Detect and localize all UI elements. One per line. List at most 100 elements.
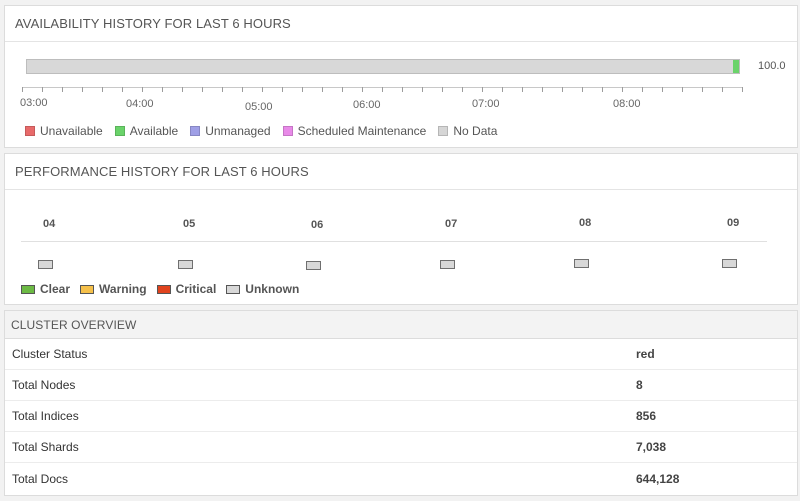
axis-tick bbox=[262, 87, 263, 92]
performance-history-title: PERFORMANCE HISTORY FOR LAST 6 HOURS bbox=[5, 154, 797, 190]
axis-tick bbox=[542, 87, 543, 92]
axis-tick bbox=[62, 87, 63, 92]
axis-tick bbox=[622, 87, 623, 92]
time-label-0500: 05:00 bbox=[245, 101, 273, 113]
legend-unknown: Unknown bbox=[226, 282, 299, 296]
axis-tick bbox=[222, 87, 223, 92]
total-docs-label: Total Docs bbox=[12, 471, 69, 486]
legend-no-data-label: No Data bbox=[453, 124, 498, 138]
availability-bar[interactable] bbox=[26, 59, 740, 74]
table-row: Total Shards 7,038 bbox=[5, 432, 797, 463]
perf-status-04-unknown[interactable] bbox=[38, 260, 53, 269]
performance-baseline bbox=[21, 241, 767, 242]
axis-tick bbox=[482, 87, 483, 92]
axis-tick bbox=[22, 87, 23, 92]
legend-unmanaged: Unmanaged bbox=[190, 124, 271, 138]
total-nodes-value: 8 bbox=[636, 378, 643, 392]
legend-unavailable: Unavailable bbox=[25, 124, 103, 138]
axis-tick bbox=[502, 87, 503, 92]
performance-history-panel: PERFORMANCE HISTORY FOR LAST 6 HOURS 04 … bbox=[4, 153, 798, 305]
axis-tick bbox=[82, 87, 83, 92]
perf-hour-07: 07 bbox=[445, 218, 458, 230]
warning-swatch-icon bbox=[80, 284, 95, 294]
legend-unknown-label: Unknown bbox=[245, 282, 300, 296]
time-label-0300: 03:00 bbox=[20, 97, 48, 109]
axis-tick bbox=[362, 87, 363, 92]
axis-tick bbox=[582, 87, 583, 92]
perf-hour-05: 05 bbox=[183, 218, 196, 230]
axis-tick bbox=[702, 87, 703, 92]
unavailable-swatch-icon bbox=[25, 126, 35, 136]
table-row: Total Indices 856 bbox=[5, 401, 797, 432]
availability-percent-label: 100.0 bbox=[758, 60, 786, 72]
legend-scheduled-maintenance: Scheduled Maintenance bbox=[282, 124, 427, 138]
legend-no-data: No Data bbox=[438, 124, 497, 138]
time-label-0800: 08:00 bbox=[613, 98, 641, 110]
axis-tick bbox=[422, 87, 423, 92]
axis-tick bbox=[682, 87, 683, 92]
axis-tick bbox=[382, 87, 383, 92]
time-label-0700: 07:00 bbox=[472, 98, 500, 110]
legend-clear-label: Clear bbox=[40, 282, 71, 296]
perf-status-09-unknown[interactable] bbox=[722, 259, 737, 268]
unmanaged-swatch-icon bbox=[190, 126, 201, 136]
cluster-status-value: red bbox=[636, 347, 655, 361]
time-label-0400: 04:00 bbox=[126, 98, 154, 110]
axis-tick bbox=[162, 87, 163, 92]
legend-warning-label: Warning bbox=[99, 282, 147, 296]
legend-unavailable-label: Unavailable bbox=[40, 124, 103, 138]
cluster-status-label: Cluster Status bbox=[12, 347, 88, 361]
axis-tick bbox=[662, 87, 663, 92]
time-label-0600: 06:00 bbox=[353, 99, 381, 111]
availability-history-panel: AVAILABILITY HISTORY FOR LAST 6 HOURS 10… bbox=[4, 5, 798, 148]
axis-tick bbox=[602, 87, 603, 92]
availability-legend: Unavailable Available Unmanaged Schedule… bbox=[25, 124, 509, 138]
perf-hour-09: 09 bbox=[727, 217, 740, 229]
legend-available-label: Available bbox=[129, 124, 179, 138]
axis-tick bbox=[722, 87, 723, 92]
available-swatch-icon bbox=[114, 126, 125, 136]
no-data-swatch-icon bbox=[438, 126, 449, 136]
table-row: Cluster Status red bbox=[5, 339, 797, 370]
cluster-overview-panel: CLUSTER OVERVIEW Cluster Status red Tota… bbox=[4, 310, 798, 496]
axis-tick bbox=[522, 87, 523, 92]
total-indices-label: Total Indices bbox=[12, 409, 79, 423]
legend-warning: Warning bbox=[80, 282, 147, 296]
axis-tick bbox=[402, 87, 403, 92]
scheduled-maintenance-swatch-icon bbox=[282, 126, 293, 136]
axis-tick bbox=[122, 87, 123, 92]
legend-critical-label: Critical bbox=[175, 282, 217, 296]
perf-hour-08: 08 bbox=[579, 217, 592, 229]
perf-status-05-unknown[interactable] bbox=[178, 260, 193, 269]
axis-tick bbox=[102, 87, 103, 92]
availability-bar-available-segment[interactable] bbox=[733, 60, 739, 73]
performance-legend: Clear Warning Critical Unknown bbox=[21, 282, 309, 296]
total-shards-value: 7,038 bbox=[636, 440, 667, 454]
table-row: Total Nodes 8 bbox=[5, 370, 797, 401]
axis-tick bbox=[462, 87, 463, 92]
legend-scheduled-maintenance-label: Scheduled Maintenance bbox=[297, 124, 427, 138]
perf-status-06-unknown[interactable] bbox=[306, 261, 321, 270]
axis-tick bbox=[242, 87, 243, 92]
perf-status-07-unknown[interactable] bbox=[440, 260, 455, 269]
axis-tick bbox=[322, 87, 323, 92]
axis-tick bbox=[282, 87, 283, 92]
total-docs-value: 644,128 bbox=[636, 471, 680, 486]
axis-tick bbox=[42, 87, 43, 92]
total-indices-value: 856 bbox=[636, 409, 657, 423]
total-nodes-label: Total Nodes bbox=[12, 378, 76, 392]
legend-unmanaged-label: Unmanaged bbox=[205, 124, 271, 138]
perf-hour-04: 04 bbox=[43, 218, 56, 230]
axis-tick bbox=[642, 87, 643, 92]
critical-swatch-icon bbox=[156, 284, 171, 294]
axis-tick bbox=[302, 87, 303, 92]
legend-critical: Critical bbox=[156, 282, 217, 296]
axis-tick bbox=[562, 87, 563, 92]
perf-status-08-unknown[interactable] bbox=[574, 259, 589, 268]
clear-swatch-icon bbox=[21, 284, 35, 294]
unknown-swatch-icon bbox=[226, 284, 241, 294]
availability-history-title: AVAILABILITY HISTORY FOR LAST 6 HOURS bbox=[5, 6, 797, 42]
perf-hour-06: 06 bbox=[311, 219, 324, 231]
axis-tick bbox=[442, 87, 443, 92]
axis-tick bbox=[142, 87, 143, 92]
